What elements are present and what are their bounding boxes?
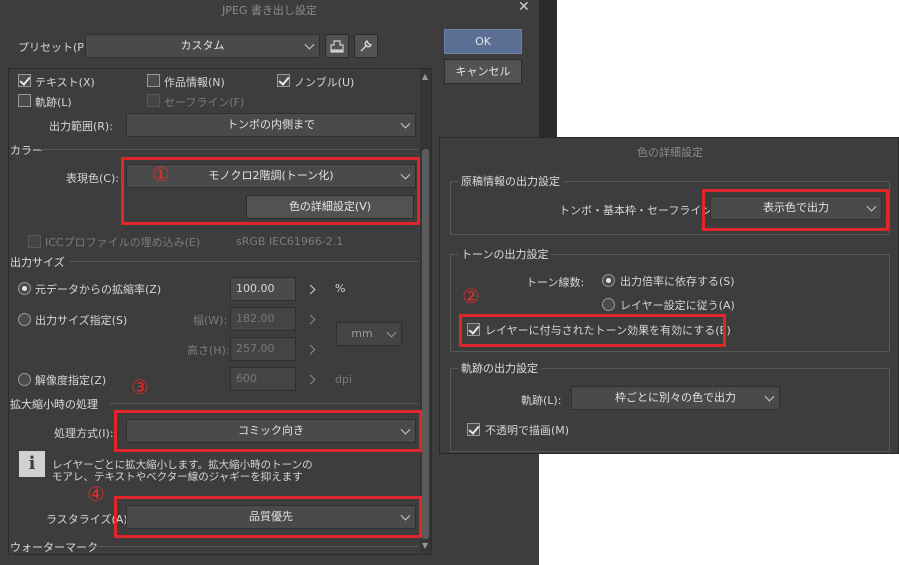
highlight-box-4 xyxy=(114,496,422,538)
scroll-down-icon[interactable]: ▼ xyxy=(422,541,428,550)
output-range-label: 出力範囲(R): xyxy=(49,120,113,133)
ok-button[interactable]: OK xyxy=(444,29,522,54)
preset-label: プリセット(P): xyxy=(18,41,92,54)
expression-color-label: 表現色(C): xyxy=(66,172,119,185)
tone-section-title: トーンの出力設定 xyxy=(458,246,552,262)
trace-label: 軌跡(L) xyxy=(35,96,72,109)
scale-input[interactable]: 100.00 xyxy=(230,277,296,301)
tone-lines-label: トーン線数: xyxy=(526,276,585,289)
watermark-section-divider xyxy=(88,546,418,547)
trace-dropdown[interactable]: 枠ごとに別々の色で出力 xyxy=(571,386,780,410)
preset-value: カスタム xyxy=(180,39,225,52)
width-input[interactable]: 182.00 xyxy=(230,307,296,331)
watermark-section-title: ウォーターマーク xyxy=(10,541,98,554)
output-range-dropdown[interactable]: トンボの内側まで xyxy=(126,113,416,137)
method-label: 処理方式(I): xyxy=(54,427,114,440)
unit-dropdown[interactable]: mm xyxy=(336,322,402,346)
icc-checkbox[interactable] xyxy=(28,235,41,248)
tone-opt2-label: レイヤー設定に従う(A) xyxy=(620,299,735,312)
info-icon: i xyxy=(19,451,45,477)
opaque-label: 不透明で描画(M) xyxy=(485,424,570,437)
scroll-up-icon[interactable]: ▲ xyxy=(422,72,428,81)
trace-section-title: 軌跡の出力設定 xyxy=(458,360,541,376)
size-spec-label: 出力サイズ指定(S) xyxy=(35,314,128,327)
trace-label: 軌跡(L): xyxy=(521,394,562,407)
trace-value: 枠ごとに別々の色で出力 xyxy=(615,391,736,404)
close-icon[interactable]: ✕ xyxy=(518,0,530,15)
opaque-checkbox[interactable] xyxy=(467,423,480,436)
trace-group xyxy=(450,368,890,452)
output-range-value: トンボの内側まで xyxy=(227,118,315,131)
scale-label: 元データからの拡縮率(Z) xyxy=(35,283,162,296)
tone-opt1-label: 出力倍率に依存する(S) xyxy=(620,275,735,288)
scrollbar[interactable]: ▲ ▼ xyxy=(420,69,431,553)
scale-radio[interactable] xyxy=(18,282,31,295)
size-section-title: 出力サイズ xyxy=(10,256,65,269)
color-section-title: カラー xyxy=(10,144,43,157)
scroll-thumb[interactable] xyxy=(422,149,429,539)
size-section-divider xyxy=(70,261,418,262)
settings-button[interactable] xyxy=(354,34,378,58)
stamp-icon xyxy=(330,40,344,53)
register-preset-button[interactable] xyxy=(325,34,349,58)
nombre-checkbox[interactable] xyxy=(277,74,290,87)
text-checkbox-label: テキスト(X) xyxy=(35,76,95,89)
nombre-label: ノンブル(U) xyxy=(294,76,355,89)
resolution-label: 解像度指定(Z) xyxy=(35,374,107,387)
scale-unit: % xyxy=(335,282,346,295)
annotation-4: ④ xyxy=(87,482,105,506)
wrench-icon xyxy=(360,40,372,52)
height-input[interactable]: 257.00 xyxy=(230,337,296,361)
unit-value: mm xyxy=(351,327,373,340)
size-spec-radio[interactable] xyxy=(18,313,31,326)
highlight-box-3 xyxy=(114,410,422,452)
annotation-1: ① xyxy=(152,162,170,186)
annotation-2: ② xyxy=(462,284,480,308)
work-info-checkbox[interactable] xyxy=(147,74,160,87)
scaling-section-divider xyxy=(110,403,418,404)
tone-opt2-radio[interactable] xyxy=(602,298,615,311)
resolution-radio[interactable] xyxy=(18,373,31,386)
resolution-unit: dpi xyxy=(335,373,353,386)
safe-line-label: セーフライン(F) xyxy=(164,96,245,109)
icc-label: ICCプロファイルの埋め込み(E) xyxy=(45,236,201,249)
width-label: 幅(W): xyxy=(193,314,228,327)
height-label: 高さ(H): xyxy=(187,344,230,357)
highlight-box-tombo xyxy=(702,189,889,231)
icc-value: sRGB IEC61966-2.1 xyxy=(236,235,344,248)
scaling-section-title: 拡大縮小時の処理 xyxy=(10,398,98,411)
text-checkbox[interactable] xyxy=(18,74,31,87)
preset-dropdown[interactable]: カスタム xyxy=(85,34,320,58)
safe-line-checkbox[interactable] xyxy=(147,94,160,107)
highlight-box-2 xyxy=(459,314,726,347)
manuscript-section-title: 原稿情報の出力設定 xyxy=(458,173,563,189)
tone-opt1-radio[interactable] xyxy=(602,274,615,287)
background-app-strip xyxy=(539,0,557,137)
color-detail-dialog: 色の詳細設定 原稿情報の出力設定 トンボ・基本枠・セーフライン(T): 表示色で… xyxy=(439,137,899,454)
annotation-3: ③ xyxy=(131,375,149,399)
detail-dialog-title: 色の詳細設定 xyxy=(637,146,703,159)
resolution-input[interactable]: 600 xyxy=(230,367,296,391)
cancel-button[interactable]: キャンセル xyxy=(444,59,522,84)
work-info-label: 作品情報(N) xyxy=(164,76,225,89)
color-section-divider xyxy=(40,149,418,150)
trace-checkbox[interactable] xyxy=(18,94,31,107)
dialog-title: JPEG 書き出し設定 xyxy=(222,4,317,17)
